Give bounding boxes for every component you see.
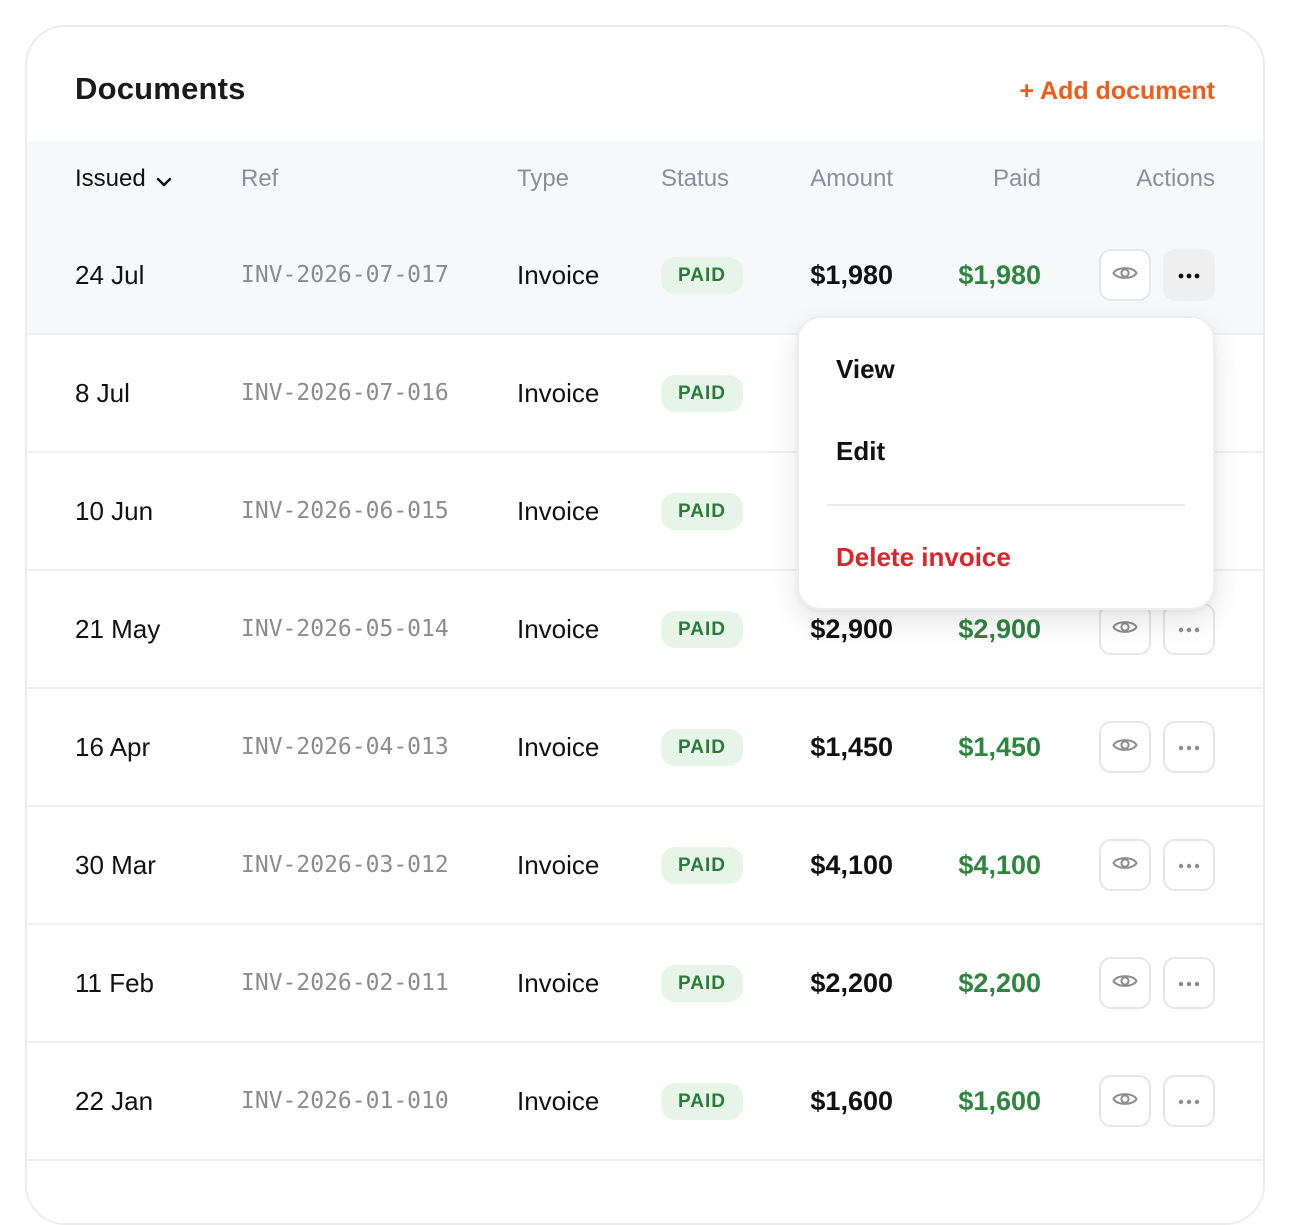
card-header: Documents + Add document xyxy=(27,27,1263,141)
cell-ref: INV-2026-07-016 xyxy=(241,380,449,406)
view-button[interactable] xyxy=(1099,721,1151,773)
status-badge: PAID xyxy=(661,374,743,412)
cell-paid: $4,100 xyxy=(958,849,1041,880)
cell-status: PAID xyxy=(661,217,743,333)
status-badge: PAID xyxy=(661,610,743,648)
eye-icon xyxy=(1112,736,1138,759)
cell-actions xyxy=(1099,807,1215,923)
more-actions-button[interactable] xyxy=(1163,249,1215,301)
column-header-status: Status xyxy=(661,165,730,192)
column-header-actions: Actions xyxy=(1136,165,1215,192)
cell-paid: $2,200 xyxy=(958,967,1041,998)
cell-paid: $1,600 xyxy=(958,1085,1041,1116)
cell-issued: 30 Mar xyxy=(75,849,156,880)
cell-ref: INV-2026-07-017 xyxy=(241,262,449,288)
menu-item-edit[interactable]: Edit xyxy=(836,436,885,467)
cell-ref: INV-2026-06-015 xyxy=(241,498,449,524)
cell-issued: 10 Jun xyxy=(75,495,154,526)
eye-icon xyxy=(1112,264,1138,287)
cell-type: Invoice xyxy=(517,495,600,526)
status-badge: PAID xyxy=(661,1082,743,1120)
column-header-type: Type xyxy=(517,165,570,192)
cell-status: PAID xyxy=(661,453,743,569)
cell-issued: 16 Apr xyxy=(75,731,151,762)
column-header-amount: Amount xyxy=(810,165,893,192)
menu-divider xyxy=(827,504,1185,506)
cell-issued: 21 May xyxy=(75,613,161,644)
view-button[interactable] xyxy=(1099,1075,1151,1127)
cell-type: Invoice xyxy=(517,613,600,644)
table-row: 16 Apr INV-2026-04-013 Invoice PAID $1,450 $1… xyxy=(27,689,1263,807)
cell-issued: 8 Jul xyxy=(75,377,130,408)
row-actions-menu: View Edit Delete invoice xyxy=(797,316,1215,610)
table-row: 22 Jan INV-2026-01-010 Invoice PAID $1,600 $1… xyxy=(27,1043,1263,1161)
eye-icon xyxy=(1112,972,1138,995)
cell-type: Invoice xyxy=(517,259,600,290)
cell-ref: INV-2026-01-010 xyxy=(241,1088,449,1114)
eye-icon xyxy=(1112,1090,1138,1113)
more-actions-button[interactable] xyxy=(1163,721,1215,773)
cell-status: PAID xyxy=(661,689,743,805)
cell-ref: INV-2026-03-012 xyxy=(241,852,449,878)
cell-paid: $1,450 xyxy=(958,731,1041,762)
table-header: Issued Ref Type Status Amount Paid Actio… xyxy=(27,141,1263,217)
add-document-button[interactable]: + Add document xyxy=(1019,77,1215,106)
cell-issued: 24 Jul xyxy=(75,259,145,290)
cell-actions xyxy=(1099,1043,1215,1159)
cell-ref: INV-2026-02-011 xyxy=(241,970,449,996)
view-button[interactable] xyxy=(1099,603,1151,655)
column-header-issued[interactable]: Issued xyxy=(75,165,172,194)
table-row: 11 Feb INV-2026-02-011 Invoice PAID $2,200 $2… xyxy=(27,925,1263,1043)
view-button[interactable] xyxy=(1099,839,1151,891)
cell-amount: $2,200 xyxy=(810,967,893,998)
cell-type: Invoice xyxy=(517,377,600,408)
cell-type: Invoice xyxy=(517,967,600,998)
column-header-paid: Paid xyxy=(992,165,1041,192)
cell-ref: INV-2026-04-013 xyxy=(241,734,449,760)
chevron-down-icon xyxy=(156,166,172,194)
more-horizontal-icon xyxy=(1178,974,1200,992)
cell-type: Invoice xyxy=(517,1085,600,1116)
cell-ref: INV-2026-05-014 xyxy=(241,616,449,642)
status-badge: PAID xyxy=(661,728,743,766)
column-header-ref: Ref xyxy=(241,165,279,192)
view-button[interactable] xyxy=(1099,957,1151,1009)
more-horizontal-icon xyxy=(1178,266,1200,284)
cell-actions xyxy=(1099,925,1215,1041)
cell-issued: 11 Feb xyxy=(75,967,155,998)
cell-status: PAID xyxy=(661,571,743,687)
cell-status: PAID xyxy=(661,807,743,923)
cell-status: PAID xyxy=(661,925,743,1041)
cell-status: PAID xyxy=(661,335,743,451)
cell-type: Invoice xyxy=(517,731,600,762)
more-horizontal-icon xyxy=(1178,1092,1200,1110)
more-horizontal-icon xyxy=(1178,856,1200,874)
column-label-issued: Issued xyxy=(75,165,146,192)
view-button[interactable] xyxy=(1099,249,1151,301)
eye-icon xyxy=(1112,618,1138,641)
more-horizontal-icon xyxy=(1178,738,1200,756)
status-badge: PAID xyxy=(661,492,743,530)
status-badge: PAID xyxy=(661,964,743,1002)
cell-issued: 22 Jan xyxy=(75,1085,154,1116)
documents-card: Documents + Add document Issued Ref Type… xyxy=(25,25,1265,1225)
cell-actions xyxy=(1099,689,1215,805)
table-row: 30 Mar INV-2026-03-012 Invoice PAID $4,100 $4… xyxy=(27,807,1263,925)
more-actions-button[interactable] xyxy=(1163,603,1215,655)
eye-icon xyxy=(1112,854,1138,877)
cell-type: Invoice xyxy=(517,849,600,880)
cell-amount: $1,600 xyxy=(810,1085,893,1116)
cell-amount: $1,450 xyxy=(810,731,893,762)
cell-amount: $4,100 xyxy=(810,849,893,880)
menu-item-delete-invoice[interactable]: Delete invoice xyxy=(836,542,1011,573)
more-horizontal-icon xyxy=(1178,620,1200,638)
more-actions-button[interactable] xyxy=(1163,1075,1215,1127)
cell-status: PAID xyxy=(661,1043,743,1159)
status-badge: PAID xyxy=(661,256,743,294)
status-badge: PAID xyxy=(661,846,743,884)
menu-item-view[interactable]: View xyxy=(836,354,895,385)
more-actions-button[interactable] xyxy=(1163,957,1215,1009)
page-title: Documents xyxy=(75,71,246,106)
more-actions-button[interactable] xyxy=(1163,839,1215,891)
